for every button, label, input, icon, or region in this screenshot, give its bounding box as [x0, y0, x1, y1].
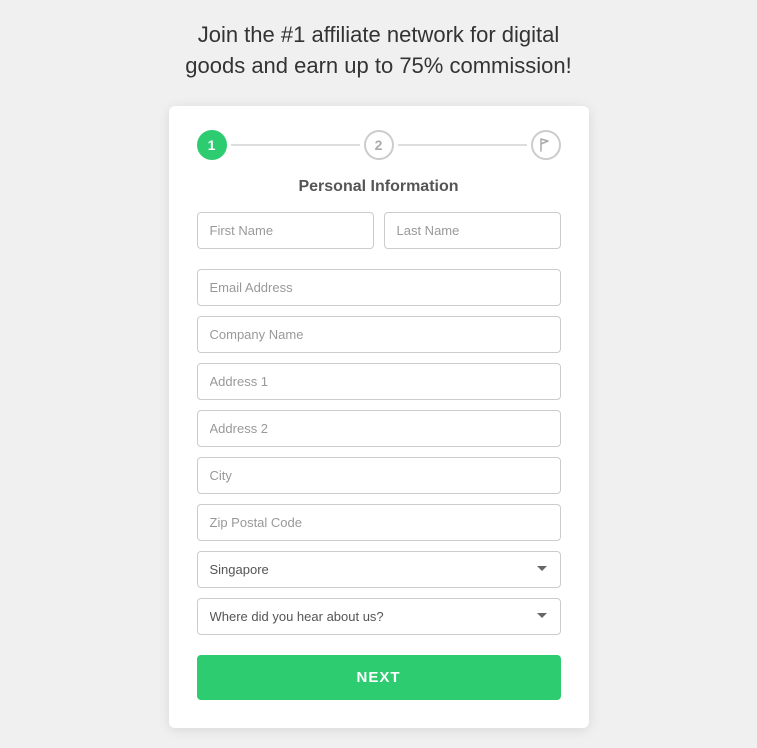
step-line-1 — [231, 144, 360, 146]
email-input[interactable] — [197, 269, 561, 306]
zip-group — [197, 504, 561, 541]
page-headline: Join the #1 affiliate network for digita… — [169, 20, 589, 82]
section-title: Personal Information — [197, 178, 561, 196]
last-name-group — [384, 212, 561, 249]
address2-group — [197, 410, 561, 447]
page-wrapper: Join the #1 affiliate network for digita… — [0, 0, 757, 748]
name-row — [197, 212, 561, 259]
email-group — [197, 269, 561, 306]
step-1-circle: 1 — [197, 130, 227, 160]
city-input[interactable] — [197, 457, 561, 494]
step-line-2 — [398, 144, 527, 146]
city-group — [197, 457, 561, 494]
registration-card: 1 2 Personal Information — [169, 106, 589, 728]
zip-input[interactable] — [197, 504, 561, 541]
country-group: Singapore United States United Kingdom C… — [197, 551, 561, 588]
stepper: 1 2 — [197, 130, 561, 160]
last-name-input[interactable] — [384, 212, 561, 249]
address1-group — [197, 363, 561, 400]
first-name-group — [197, 212, 374, 249]
country-select[interactable]: Singapore United States United Kingdom C… — [197, 551, 561, 588]
company-group — [197, 316, 561, 353]
first-name-input[interactable] — [197, 212, 374, 249]
step-3-circle — [531, 130, 561, 160]
address2-input[interactable] — [197, 410, 561, 447]
address1-input[interactable] — [197, 363, 561, 400]
next-button[interactable]: NEXT — [197, 655, 561, 700]
referral-group: Where did you hear about us? Google Face… — [197, 598, 561, 635]
referral-select[interactable]: Where did you hear about us? Google Face… — [197, 598, 561, 635]
company-input[interactable] — [197, 316, 561, 353]
step-2-circle: 2 — [364, 130, 394, 160]
